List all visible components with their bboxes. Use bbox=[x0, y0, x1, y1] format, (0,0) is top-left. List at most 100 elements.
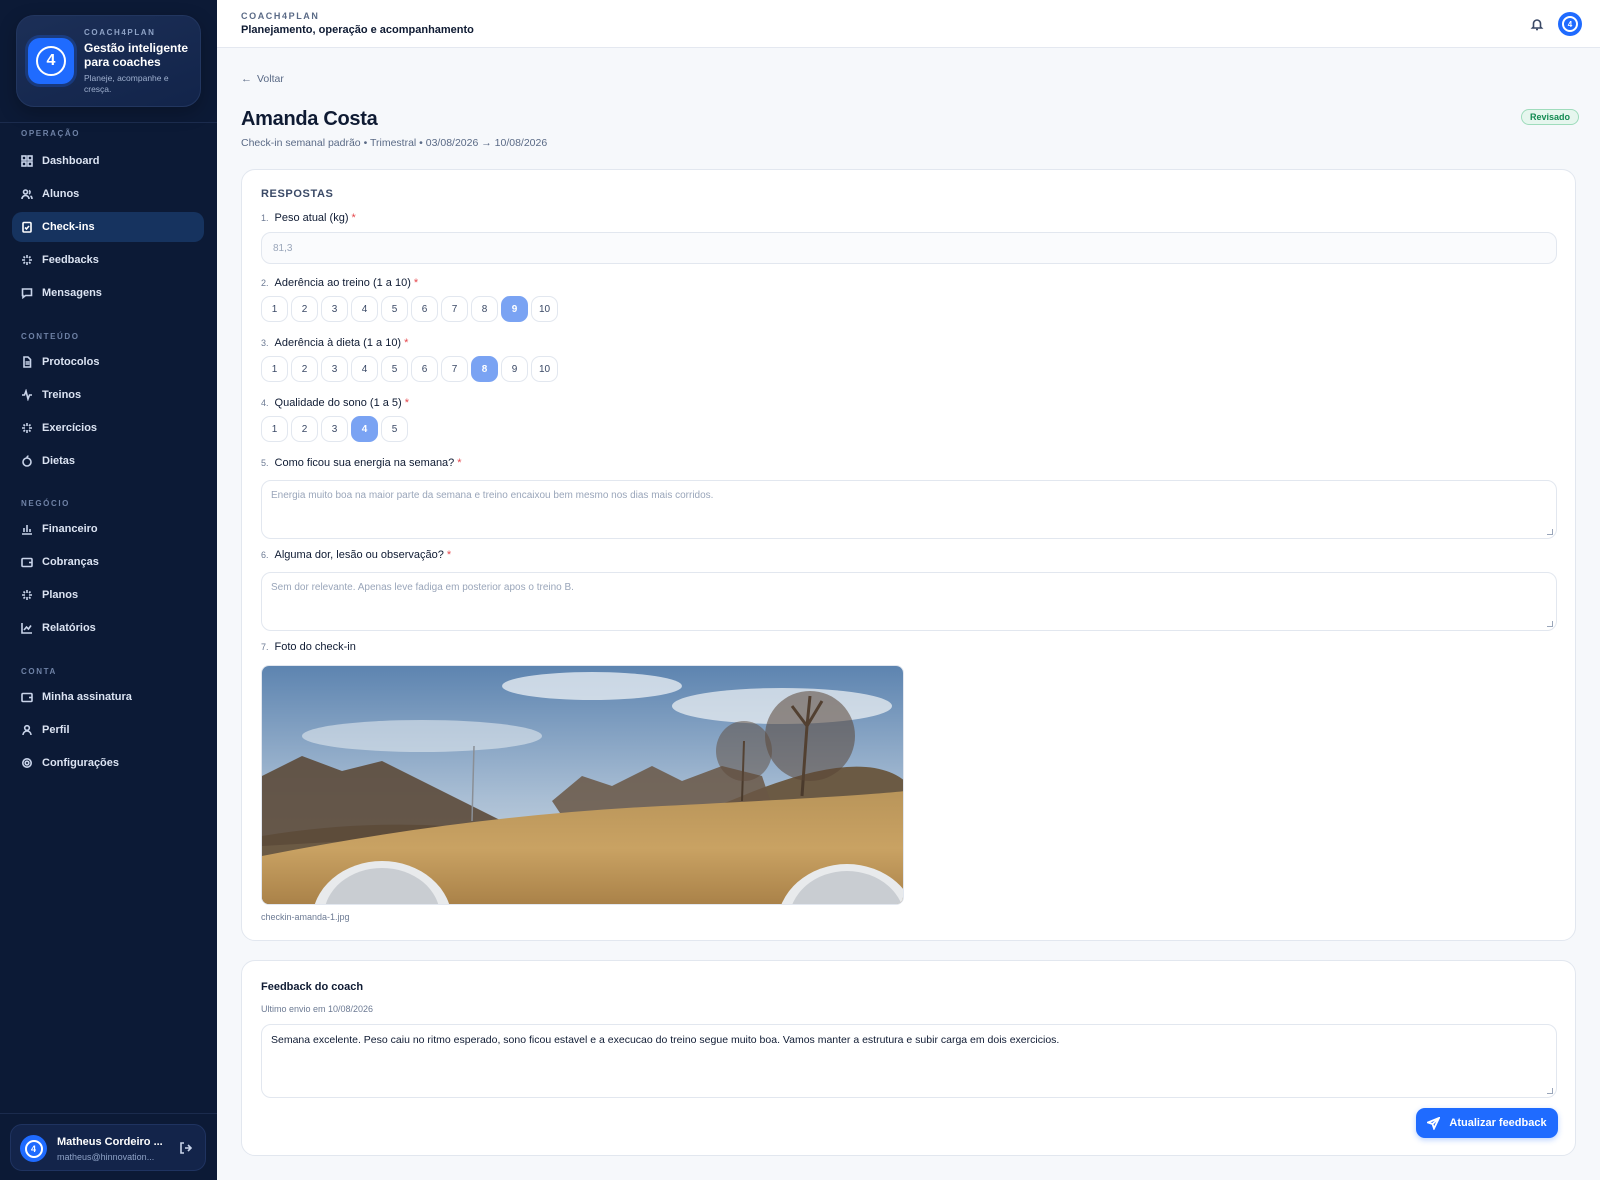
sidebar-item-planos[interactable]: Planos bbox=[12, 580, 204, 610]
page-title: Amanda Costa bbox=[241, 108, 378, 130]
weight-field[interactable]: 81,3 bbox=[261, 232, 1557, 264]
diet-adherence-scale: 1 2 3 4 5 6 7 8 9 10 bbox=[261, 356, 558, 382]
scale-option[interactable]: 2 bbox=[291, 416, 318, 442]
brand-logo: 4 bbox=[28, 38, 74, 84]
sparkles-icon bbox=[21, 422, 33, 434]
bell-icon[interactable] bbox=[1530, 17, 1544, 31]
resize-handle-icon[interactable] bbox=[1547, 621, 1553, 627]
scale-option[interactable]: 9 bbox=[501, 356, 528, 382]
scale-option[interactable]: 3 bbox=[321, 416, 348, 442]
sidebar-item-label: Financeiro bbox=[42, 523, 98, 535]
scale-option[interactable]: 5 bbox=[381, 416, 408, 442]
activity-icon bbox=[21, 389, 33, 401]
scale-option[interactable]: 3 bbox=[321, 356, 348, 382]
back-label: Voltar bbox=[257, 73, 284, 85]
scale-option[interactable]: 10 bbox=[531, 296, 558, 322]
sidebar-item-label: Feedbacks bbox=[42, 254, 99, 266]
line-chart-icon bbox=[21, 622, 33, 634]
sidebar-item-minha-assinatura[interactable]: Minha assinatura bbox=[12, 682, 204, 712]
scale-option[interactable]: 1 bbox=[261, 416, 288, 442]
status-badge: Revisado bbox=[1521, 109, 1580, 125]
scale-option[interactable]: 7 bbox=[441, 296, 468, 322]
checkin-photo-image bbox=[262, 666, 903, 904]
scale-option-selected[interactable]: 8 bbox=[471, 356, 498, 382]
topbar: COACH4PLAN Planejamento, operação e acom… bbox=[217, 0, 1600, 48]
scale-option[interactable]: 5 bbox=[381, 356, 408, 382]
bar-chart-icon bbox=[21, 523, 33, 535]
sidebar-item-check-ins[interactable]: Check-ins bbox=[12, 212, 204, 242]
feedback-textarea[interactable]: Semana excelente. Peso caiu no ritmo esp… bbox=[261, 1024, 1557, 1098]
scale-option[interactable]: 7 bbox=[441, 356, 468, 382]
sidebar-item-treinos[interactable]: Treinos bbox=[12, 380, 204, 410]
scale-option[interactable]: 3 bbox=[321, 296, 348, 322]
sidebar-item-dietas[interactable]: Dietas bbox=[12, 446, 204, 476]
scale-option[interactable]: 1 bbox=[261, 356, 288, 382]
sidebar-item-configuracoes[interactable]: Configurações bbox=[12, 748, 204, 778]
sidebar-item-relatorios[interactable]: Relatórios bbox=[12, 613, 204, 643]
scale-option[interactable]: 2 bbox=[291, 296, 318, 322]
sidebar-item-alunos[interactable]: Alunos bbox=[12, 179, 204, 209]
sidebar-item-perfil[interactable]: Perfil bbox=[12, 715, 204, 745]
scale-option[interactable]: 6 bbox=[411, 356, 438, 382]
answers-card: RESPOSTAS 1. Peso atual (kg) * 81,3 2. Ader… bbox=[241, 169, 1576, 941]
energy-textarea[interactable]: Energia muito boa na maior parte da sema… bbox=[261, 480, 1557, 539]
topbar-title: Planejamento, operação e acompanhamento bbox=[241, 24, 474, 36]
avatar[interactable]: 4 bbox=[1558, 12, 1582, 36]
sidebar-item-exercicios[interactable]: Exercícios bbox=[12, 413, 204, 443]
sidebar-item-label: Planos bbox=[42, 589, 79, 601]
sidebar-item-cobrancas[interactable]: Cobranças bbox=[12, 547, 204, 577]
sidebar-item-feedbacks[interactable]: Feedbacks bbox=[12, 245, 204, 275]
pain-observation-textarea[interactable]: Sem dor relevante. Apenas leve fadiga em… bbox=[261, 572, 1557, 631]
checkin-photo[interactable] bbox=[261, 665, 904, 905]
scale-option-selected[interactable]: 4 bbox=[351, 416, 378, 442]
brand-subtitle: Planeje, acompanhe e cresça. bbox=[84, 73, 169, 94]
brand-title: Gestão inteligente para coaches bbox=[84, 41, 189, 69]
logout-icon[interactable] bbox=[179, 1141, 193, 1155]
checkin-meta: Check-in semanal padrão • Trimestral • 0… bbox=[241, 137, 548, 149]
sidebar-item-mensagens[interactable]: Mensagens bbox=[12, 278, 204, 308]
sidebar-item-dashboard[interactable]: Dashboard bbox=[12, 146, 204, 176]
scale-option[interactable]: 4 bbox=[351, 356, 378, 382]
question-label: 6. Alguma dor, lesão ou observação? * bbox=[261, 549, 452, 561]
nav-section-negocio: NEGÓCIO bbox=[21, 499, 70, 508]
sidebar-item-financeiro[interactable]: Financeiro bbox=[12, 514, 204, 544]
sidebar-divider bbox=[0, 122, 217, 123]
arrow-left-icon: ← bbox=[241, 73, 252, 85]
update-feedback-button[interactable]: Atualizar feedback bbox=[1416, 1108, 1558, 1138]
user-card: 4 Matheus Cordeiro ... matheus@hinnovati… bbox=[10, 1124, 206, 1171]
textarea-value: Semana excelente. Peso caiu no ritmo esp… bbox=[271, 1034, 1060, 1046]
sidebar-item-label: Check-ins bbox=[42, 221, 95, 233]
sidebar-item-label: Alunos bbox=[42, 188, 80, 200]
wallet-icon bbox=[21, 691, 33, 703]
scale-option[interactable]: 8 bbox=[471, 296, 498, 322]
nav-section-conta: CONTA bbox=[21, 667, 57, 676]
back-link[interactable]: ← Voltar bbox=[241, 73, 284, 85]
brand-kicker: COACH4PLAN bbox=[84, 28, 156, 37]
scale-option[interactable]: 2 bbox=[291, 356, 318, 382]
feedback-last-sent: Ultimo envio em 10/08/2026 bbox=[261, 1004, 374, 1014]
topbar-kicker: COACH4PLAN bbox=[241, 11, 320, 21]
scale-option-selected[interactable]: 9 bbox=[501, 296, 528, 322]
sidebar-item-label: Cobranças bbox=[42, 556, 99, 568]
scale-option[interactable]: 5 bbox=[381, 296, 408, 322]
scale-option[interactable]: 10 bbox=[531, 356, 558, 382]
sparkles-icon bbox=[21, 254, 33, 266]
feedback-title: Feedback do coach bbox=[261, 981, 364, 993]
question-label: 2. Aderência ao treino (1 a 10) * bbox=[261, 277, 419, 289]
resize-handle-icon[interactable] bbox=[1547, 529, 1553, 535]
avatar[interactable]: 4 bbox=[20, 1135, 47, 1162]
scale-option[interactable]: 4 bbox=[351, 296, 378, 322]
sidebar-item-label: Relatórios bbox=[42, 622, 96, 634]
question-label: 1. Peso atual (kg) * bbox=[261, 212, 356, 224]
settings-icon bbox=[21, 757, 33, 769]
sidebar-item-protocolos[interactable]: Protocolos bbox=[12, 347, 204, 377]
resize-handle-icon[interactable] bbox=[1547, 1088, 1553, 1094]
sidebar-item-label: Dietas bbox=[42, 455, 76, 467]
sparkles-icon bbox=[21, 589, 33, 601]
scale-option[interactable]: 6 bbox=[411, 296, 438, 322]
sidebar-item-label: Mensagens bbox=[42, 287, 102, 299]
question-label: 7. Foto do check-in bbox=[261, 641, 356, 653]
textarea-value: Energia muito boa na maior parte da sema… bbox=[271, 490, 714, 501]
sidebar-item-label: Perfil bbox=[42, 724, 70, 736]
scale-option[interactable]: 1 bbox=[261, 296, 288, 322]
